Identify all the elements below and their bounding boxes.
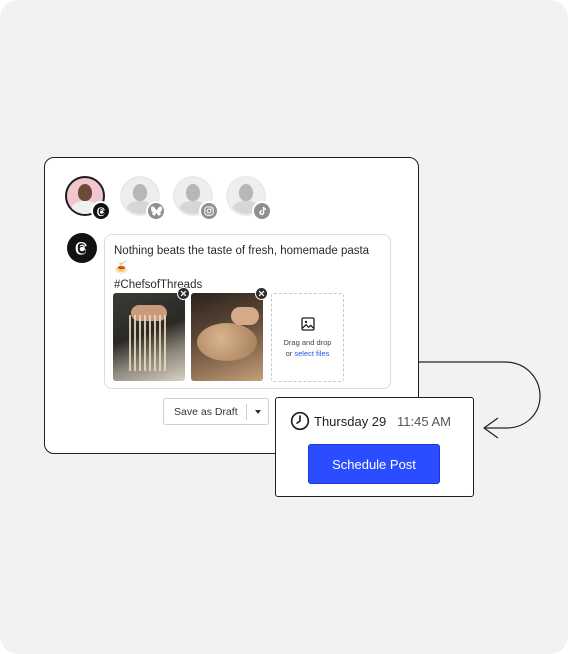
save-draft-label: Save as Draft [174,406,238,418]
threads-icon [67,233,97,263]
schedule-post-button[interactable]: Schedule Post [308,444,440,484]
threads-icon [91,201,111,221]
account-tiktok[interactable] [226,176,272,221]
instagram-icon [199,201,219,221]
drop-zone-line: Drag and drop [283,338,332,347]
account-bluesky[interactable] [120,176,166,221]
schedule-date[interactable]: Thursday 29 [314,414,386,429]
account-instagram[interactable] [173,176,219,221]
divider [246,404,247,420]
schedule-time[interactable]: 11:45 AM [397,414,451,429]
dough-shaping-image [191,293,263,381]
post-editor[interactable]: Nothing beats the taste of fresh, homema… [104,234,391,389]
select-files-link[interactable]: select files [294,349,329,358]
post-hashtag: #ChefsofThreads [114,279,203,291]
schedule-panel: Thursday 29 11:45 AM Schedule Post [275,397,474,497]
clock-icon [290,411,310,436]
drop-zone-text: Drag and drop or select files [272,337,343,359]
image-icon [300,316,316,337]
post-text-line: Nothing beats the taste of fresh, homema… [114,245,370,274]
tiktok-icon [252,201,272,221]
pasta-noodles-image [113,293,185,381]
save-draft-button[interactable]: Save as Draft [163,398,269,425]
close-icon[interactable] [177,287,190,300]
close-icon[interactable] [255,287,268,300]
chevron-down-icon[interactable] [255,410,261,414]
account-threads[interactable] [65,176,111,221]
media-drop-zone[interactable]: Drag and drop or select files [271,293,344,382]
butterfly-icon [146,201,166,221]
post-text[interactable]: Nothing beats the taste of fresh, homema… [114,243,382,294]
